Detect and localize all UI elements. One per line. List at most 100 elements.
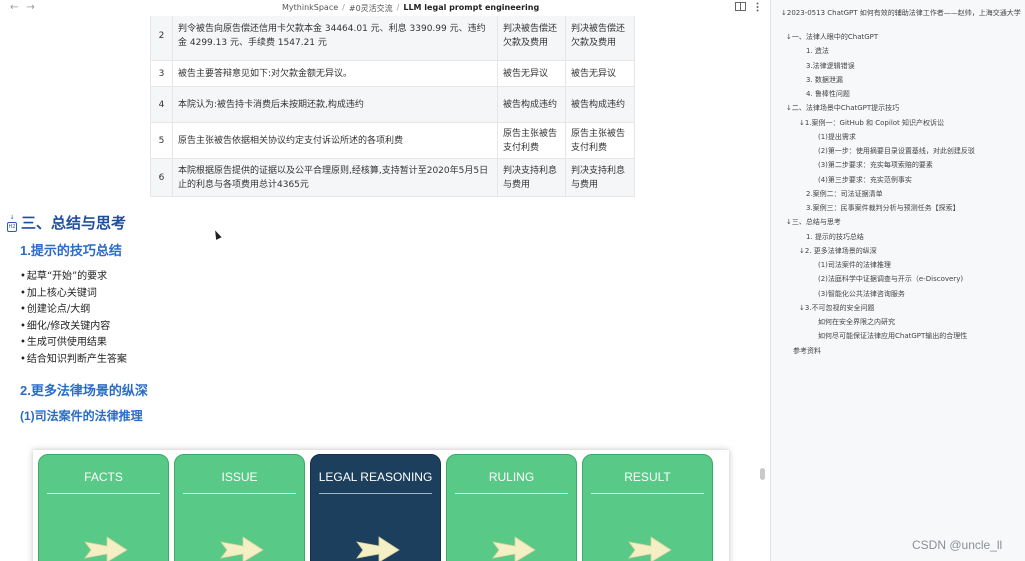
judgment-table: 2 判令被告向原告偿还信用卡欠款本金 34464.01 元、利息 3390.99 … <box>150 16 635 197</box>
toc-item[interactable]: (1)司法案件的法律推理 <box>818 260 891 270</box>
toc-title-text[interactable]: 2023-0513 ChatGPT 如何有效的辅助法律工作者——赵帅，上海交通大… <box>787 9 1021 17</box>
table-row: 6 本院根据原告提供的证据以及公平合理原则,经核算,支持暂计至2020年5月5日止… <box>150 158 635 197</box>
toc-item[interactable]: ↓二、法律场景中ChatGPT提示技巧 <box>786 103 899 113</box>
breadcrumb-page[interactable]: LLM legal prompt engineering <box>403 3 539 14</box>
table-cell[interactable]: 被告构成违约 <box>497 86 566 123</box>
toc-item-label[interactable]: (2)第一步：使用摘要目录设置基线，对此创建反驳 <box>818 147 975 155</box>
table-cell[interactable]: 被告构成违约 <box>565 86 635 123</box>
tip-item: 起草“开始”的要求 <box>20 269 127 286</box>
table-cell[interactable]: 判决被告偿还欠款及费用 <box>565 16 635 61</box>
table-cell[interactable]: 原告主张被告支付利费 <box>497 122 566 159</box>
toc-item[interactable]: 4. 鲁棒性问题 <box>806 89 850 99</box>
toc-item-label[interactable]: (2)法庭科学中证据调查与开示（e-Discovery) <box>818 275 963 283</box>
toc-item-label[interactable]: 如何尽可能保证法律应用ChatGPT输出的合理性 <box>818 332 967 340</box>
toc-item[interactable]: ↓一、法律人眼中的ChatGPT <box>786 32 878 42</box>
table-cell[interactable]: 被告主要答辩意见如下:对欠款金额无异议。 <box>172 60 498 87</box>
diagram-step-divider <box>591 493 704 494</box>
toc-item-label[interactable]: 1.案例一：GitHub 和 Copilot 知识产权诉讼 <box>805 119 944 127</box>
breadcrumb: MythinkSpace / #0灵活交流 / LLM legal prompt… <box>282 3 539 14</box>
diagram-step: RESULT <box>582 454 713 561</box>
toc-item-label[interactable]: (4)第三步要求：充实范例事实 <box>818 176 912 184</box>
toc-item-label[interactable]: 4. 鲁棒性问题 <box>806 90 850 98</box>
table-cell[interactable]: 判决支持利息与费用 <box>497 158 566 197</box>
toc-item[interactable]: ↓三、总结与思考 <box>786 217 841 227</box>
toc-item-label[interactable]: (1)司法案件的法律推理 <box>818 261 891 269</box>
diagram-step: ISSUE <box>174 454 305 561</box>
table-cell[interactable]: 原告主张被告依据相关协议约定支付诉讼所述的各项利费 <box>172 122 498 159</box>
toc-item[interactable]: ↓2. 更多法律场景的纵深 <box>799 246 877 256</box>
table-cell[interactable]: 判决被告偿还欠款及费用 <box>497 16 566 61</box>
table-cell[interactable]: 4 <box>150 86 173 123</box>
toc-item-label[interactable]: 如何在安全界限之内研究 <box>818 318 895 326</box>
toc-item[interactable]: 如何尽可能保证法律应用ChatGPT输出的合理性 <box>818 331 967 341</box>
toc-item-label[interactable]: 2. 更多法律场景的纵深 <box>805 247 877 255</box>
toc-item[interactable]: (3)第二步要求：充实每项索赔的要素 <box>818 160 933 170</box>
toc-item-label[interactable]: 3.案例三：民事案件裁判分析与预测任务【探索】 <box>806 204 960 212</box>
toc-item-label[interactable]: 三、总结与思考 <box>792 218 841 226</box>
diagram-step-label: RULING <box>488 470 535 484</box>
scrollbar-thumb[interactable] <box>760 468 765 480</box>
toc-item[interactable]: (3)智能化公共法律咨询服务 <box>818 289 905 299</box>
toc-item-label[interactable]: 2.案例二：司法证据清单 <box>806 190 883 198</box>
toc-title[interactable]: ↓2023-0513 ChatGPT 如何有效的辅助法律工作者——赵帅，上海交通… <box>781 8 1025 18</box>
legal-reasoning-diagram: FACTS ISSUE LEGAL REASONING RULING RESULT <box>33 450 729 561</box>
diagram-step: RULING <box>446 454 577 561</box>
diagram-step-divider <box>47 493 160 494</box>
toc-item[interactable]: 3.案例三：民事案件裁判分析与预测任务【探索】 <box>806 203 960 213</box>
arrow-down-icon: ↓ <box>9 214 15 221</box>
table-cell[interactable]: 被告无异议 <box>497 60 566 87</box>
arrow-right-icon <box>220 536 264 561</box>
arrow-right-icon <box>356 536 400 561</box>
table-cell[interactable]: 本院根据原告提供的证据以及公平合理原则,经核算,支持暂计至2020年5月5日止的… <box>172 158 498 197</box>
toc-item[interactable]: 参考资料 <box>793 346 821 356</box>
subheading-tips: 1.提示的技巧总结 <box>20 243 122 258</box>
toc-item-label[interactable]: 3.法律逻辑错误 <box>806 62 855 70</box>
forward-arrow-icon[interactable]: → <box>26 3 34 13</box>
breadcrumb-channel[interactable]: #0灵活交流 <box>349 3 393 14</box>
book-open-icon[interactable] <box>735 2 746 15</box>
toc-item[interactable]: 1. 造法 <box>806 46 829 56</box>
table-cell[interactable]: 本院认为:被告持卡消费后未按期还款,构成违约 <box>172 86 498 123</box>
breadcrumb-workspace[interactable]: MythinkSpace <box>282 3 338 14</box>
toc-item[interactable]: (2)第一步：使用摘要目录设置基线，对此创建反驳 <box>818 146 975 156</box>
toc-item-label[interactable]: (3)第二步要求：充实每项索赔的要素 <box>818 161 933 169</box>
h2-badge: H2 <box>6 222 18 232</box>
table-cell[interactable]: 判令被告向原告偿还信用卡欠款本金 34464.01 元、利息 3390.99 元… <box>172 16 498 61</box>
toc-item[interactable]: (1)提出需求 <box>818 132 856 142</box>
breadcrumb-separator: / <box>396 3 400 12</box>
diagram-step-label: FACTS <box>84 470 123 484</box>
toc-item[interactable]: 1. 提示的技巧总结 <box>806 232 864 242</box>
toc-item[interactable]: (4)第三步要求：充实范例事实 <box>818 175 912 185</box>
diagram-step-label: ISSUE <box>221 470 258 484</box>
toc-item-label[interactable]: (3)智能化公共法律咨询服务 <box>818 290 905 298</box>
top-icons <box>735 2 759 15</box>
toc-item[interactable]: ↓3.不可忽视的安全问题 <box>799 303 875 313</box>
diagram-step-divider <box>183 493 296 494</box>
more-vertical-icon[interactable] <box>756 2 759 15</box>
h2-marker: ↓ H2 <box>6 214 18 232</box>
table-row: 2 判令被告向原告偿还信用卡欠款本金 34464.01 元、利息 3390.99 … <box>150 16 635 61</box>
back-arrow-icon[interactable]: ← <box>10 3 18 13</box>
toc-item[interactable]: (2)法庭科学中证据调查与开示（e-Discovery) <box>818 274 963 284</box>
toc-item-label[interactable]: 3.不可忽视的安全问题 <box>805 304 875 312</box>
table-cell[interactable]: 5 <box>150 122 173 159</box>
toc-item-label[interactable]: 1. 造法 <box>806 47 829 55</box>
toc-item-label[interactable]: 一、法律人眼中的ChatGPT <box>792 33 878 41</box>
toc-item[interactable]: 3.法律逻辑错误 <box>806 61 855 71</box>
toc-item-label[interactable]: 参考资料 <box>793 347 821 355</box>
table-cell[interactable]: 被告无异议 <box>565 60 635 87</box>
toc-item-label[interactable]: 1. 提示的技巧总结 <box>806 233 864 241</box>
tips-list: 起草“开始”的要求加上核心关键词创建论点/大纲细化/修改关键内容生成可供使用结果… <box>20 269 127 369</box>
toc-item[interactable]: 3. 数据泄漏 <box>806 75 843 85</box>
table-cell[interactable]: 原告主张被告支付利费 <box>565 122 635 159</box>
toc-item-label[interactable]: (1)提出需求 <box>818 133 856 141</box>
toc-item[interactable]: 如何在安全界限之内研究 <box>818 317 895 327</box>
toc-item-label[interactable]: 3. 数据泄漏 <box>806 76 843 84</box>
table-cell[interactable]: 3 <box>150 60 173 87</box>
toc-item-label[interactable]: 二、法律场景中ChatGPT提示技巧 <box>792 104 899 112</box>
table-cell[interactable]: 判决支持利息与费用 <box>565 158 635 197</box>
toc-item[interactable]: ↓1.案例一：GitHub 和 Copilot 知识产权诉讼 <box>799 118 944 128</box>
toc-item[interactable]: 2.案例二：司法证据清单 <box>806 189 883 199</box>
table-cell[interactable]: 2 <box>150 16 173 61</box>
table-cell[interactable]: 6 <box>150 158 173 197</box>
